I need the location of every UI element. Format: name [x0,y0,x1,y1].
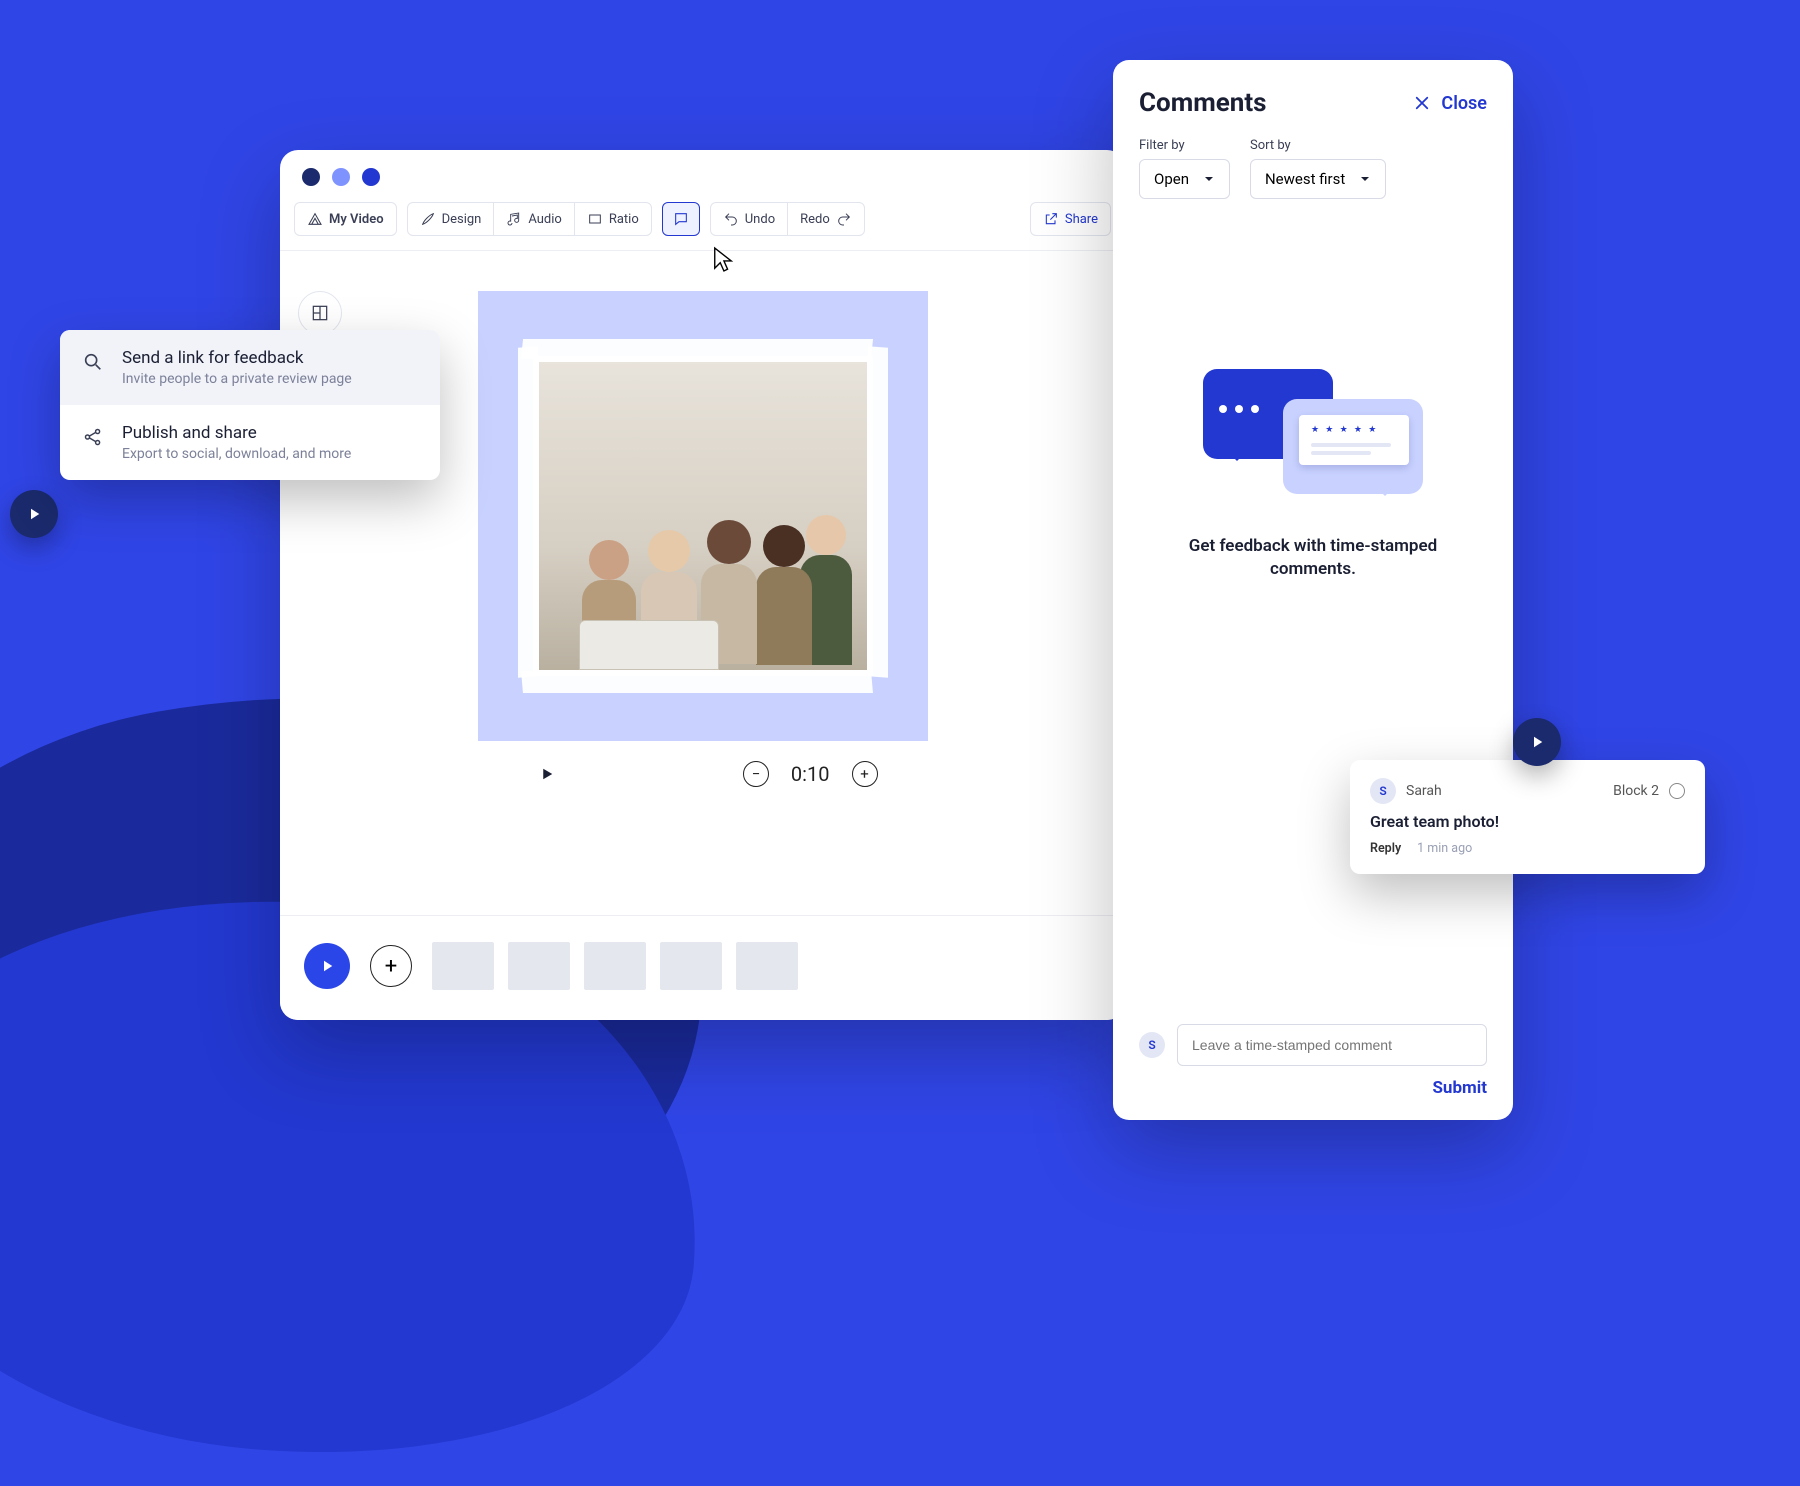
decorative-play-badge [10,490,58,538]
project-chip[interactable]: My Video [294,202,397,236]
audio-button[interactable]: Audio [494,203,574,235]
comment-input[interactable] [1177,1024,1487,1066]
design-button[interactable]: Design [408,203,495,235]
photo-scene [539,362,867,670]
comment-avatar: S [1370,778,1396,804]
ratio-button[interactable]: Ratio [575,203,651,235]
comment-timestamp: 1 min ago [1417,841,1472,856]
user-avatar: S [1139,1032,1165,1058]
music-icon [506,211,522,227]
timeline-clips [432,942,798,990]
comments-empty-state: ★ ★ ★ ★ ★ Get feedback with time-stamped… [1139,249,1487,1024]
history-group: Undo Redo [710,202,865,236]
canvas-area [280,251,1125,751]
comment-author: Sarah [1406,783,1442,799]
comments-title: Comments [1139,88,1267,118]
preview-controls: − 0:10 + [478,751,928,797]
comment-icon [673,211,689,227]
share-nodes-icon [80,423,106,462]
window-traffic-lights [280,150,1125,196]
chevron-down-icon [1203,173,1215,185]
share-option-feedback[interactable]: Send a link for feedback Invite people t… [60,330,440,405]
comment-card[interactable]: S Sarah Block 2 Great team photo! Reply … [1350,760,1705,874]
sort-select[interactable]: Newest first [1250,159,1386,199]
layout-icon [310,303,330,323]
zoom-out-button[interactable]: − [743,761,769,787]
redo-icon [836,211,852,227]
sort-label: Sort by [1250,138,1386,153]
comment-submit-button[interactable]: Submit [1432,1078,1487,1098]
photo-placeholder [533,356,873,676]
play-icon [538,765,556,783]
project-name: My Video [329,212,384,227]
share-option-title: Send a link for feedback [122,348,352,368]
editor-toolbar: My Video Design Audio Ratio [280,196,1125,251]
chevron-down-icon [1359,173,1371,185]
timeline-clip[interactable] [508,942,570,990]
external-link-icon [1043,211,1059,227]
timeline-play-button[interactable] [304,943,350,989]
comment-reply-button[interactable]: Reply [1370,841,1401,856]
comment-tool-button[interactable] [662,202,700,236]
timeline-clip[interactable] [660,942,722,990]
redo-button[interactable]: Redo [788,203,864,235]
comment-block-label: Block 2 [1613,783,1659,799]
filter-label: Filter by [1139,138,1230,153]
traffic-dot [362,168,380,186]
undo-icon [723,211,739,227]
share-option-publish[interactable]: Publish and share Export to social, down… [60,405,440,480]
undo-button[interactable]: Undo [711,203,788,235]
play-icon [318,957,336,975]
ratio-icon [587,211,603,227]
timeline-clip[interactable] [584,942,646,990]
brush-icon [420,211,436,227]
traffic-dot [302,168,320,186]
filter-select[interactable]: Open [1139,159,1230,199]
status-ring-icon[interactable] [1669,783,1685,799]
add-clip-button[interactable]: + [370,945,412,987]
share-option-subtitle: Invite people to a private review page [122,371,352,387]
cursor-pointer-icon [712,246,734,274]
comments-panel: Comments Close Filter by Open Sort by Ne… [1113,60,1513,1120]
video-editor-window: My Video Design Audio Ratio [280,150,1125,1020]
tools-group: Design Audio Ratio [407,202,652,236]
empty-state-text: Get feedback with time-stamped comments. [1173,535,1453,581]
layout-tool[interactable] [298,291,342,335]
playback-time: 0:10 [791,762,830,786]
decorative-play-badge [1513,718,1561,766]
timeline-clip[interactable] [432,942,494,990]
share-dropdown: Send a link for feedback Invite people t… [60,330,440,480]
traffic-dot [332,168,350,186]
share-option-title: Publish and share [122,423,351,443]
search-icon [80,348,106,387]
logo-icon [307,211,323,227]
timeline: + [280,915,1125,1020]
canvas-frame[interactable] [478,291,928,741]
share-option-subtitle: Export to social, download, and more [122,446,351,462]
speech-bubbles-icon: ★ ★ ★ ★ ★ [1203,369,1423,509]
share-button[interactable]: Share [1031,203,1110,235]
preview-play-button[interactable] [538,765,556,783]
close-icon [1413,94,1431,112]
zoom-in-button[interactable]: + [852,761,878,787]
share-group: Share [1030,202,1111,236]
comments-close-button[interactable]: Close [1413,93,1487,114]
timeline-clip[interactable] [736,942,798,990]
comment-text: Great team photo! [1370,812,1685,831]
